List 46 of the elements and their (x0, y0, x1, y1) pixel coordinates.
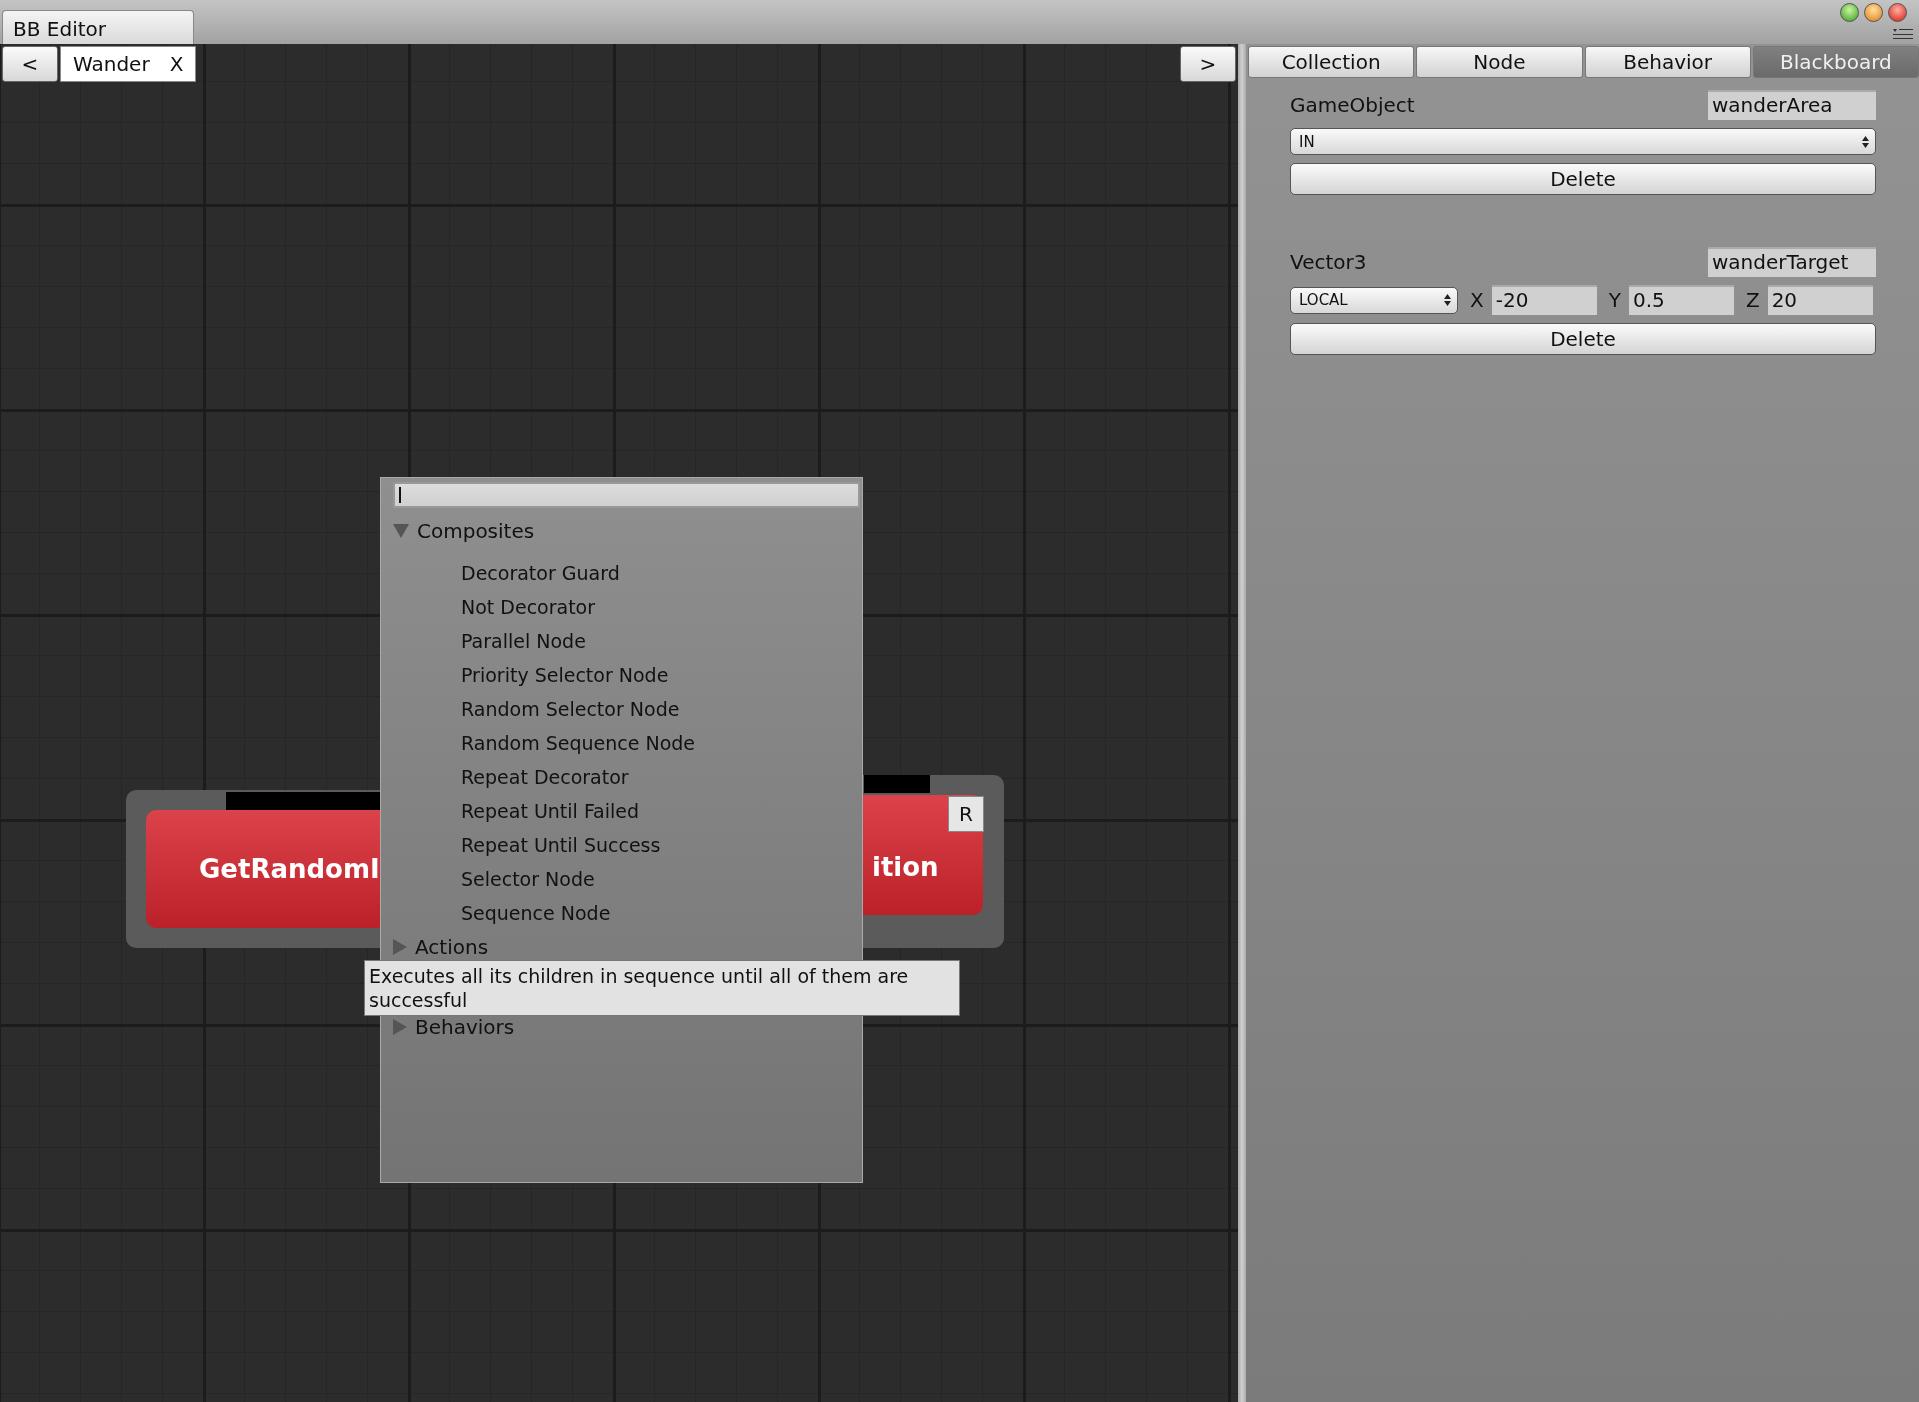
stepper-icon (1444, 294, 1451, 306)
mode-dropdown[interactable]: LOCAL (1290, 286, 1458, 314)
triangle-down-icon[interactable] (393, 524, 409, 538)
axis-label: Y (1608, 288, 1621, 312)
delete-button[interactable]: Delete (1290, 163, 1876, 195)
panel-tab[interactable]: Collection (1248, 46, 1415, 78)
tab-label: Wander (73, 52, 150, 76)
stepper-icon (1862, 135, 1869, 148)
window-title: BB Editor (2, 10, 194, 44)
category-label[interactable]: Composites (417, 519, 535, 543)
menu-item[interactable]: Decorator Guard (461, 556, 862, 590)
back-button[interactable]: < (2, 46, 58, 82)
vector-field[interactable]: -20 (1491, 285, 1597, 315)
close-tab-button[interactable]: X (169, 52, 184, 76)
menu-item[interactable]: Random Selector Node (461, 692, 862, 726)
panel-tab[interactable]: Node (1416, 46, 1583, 78)
triangle-right-icon[interactable] (393, 1019, 407, 1035)
variable-name-field[interactable]: wanderTarget (1708, 247, 1876, 277)
mode-dropdown[interactable]: IN (1290, 128, 1876, 155)
variable-type: Vector3 (1290, 250, 1367, 274)
menu-item[interactable]: Parallel Node (461, 624, 862, 658)
node-flag-button[interactable]: R (948, 796, 984, 832)
splitter-handle[interactable] (1238, 44, 1246, 1402)
variable-name-field[interactable]: wanderArea (1708, 90, 1876, 120)
panel-tab[interactable]: Blackboard (1752, 46, 1919, 78)
menu-item[interactable]: Random Sequence Node (461, 726, 862, 760)
menu-item[interactable]: Not Decorator (461, 590, 862, 624)
triangle-right-icon[interactable] (393, 939, 407, 955)
variable-type: GameObject (1290, 93, 1415, 117)
close-button[interactable] (1888, 3, 1907, 22)
axis-label: X (1470, 288, 1484, 312)
tooltip: Executes all its children in sequence until all of them are successful (364, 960, 960, 1016)
delete-button[interactable]: Delete (1290, 323, 1876, 355)
search-field[interactable] (393, 482, 860, 508)
node-header-bar (864, 775, 930, 793)
category-label[interactable]: Behaviors (415, 1015, 515, 1039)
vector-field[interactable]: 20 (1767, 285, 1873, 315)
panel-tab[interactable]: Behavior (1584, 46, 1751, 78)
axis-label: Z (1745, 288, 1760, 312)
menu-icon[interactable] (1893, 28, 1913, 40)
menu-item[interactable]: Priority Selector Node (461, 658, 862, 692)
document-tab[interactable]: Wander X (60, 46, 197, 82)
minimize-button[interactable] (1864, 3, 1883, 22)
forward-button[interactable]: > (1180, 46, 1236, 82)
maximize-button[interactable] (1840, 3, 1859, 22)
vector-field[interactable]: 0.5 (1628, 285, 1734, 315)
